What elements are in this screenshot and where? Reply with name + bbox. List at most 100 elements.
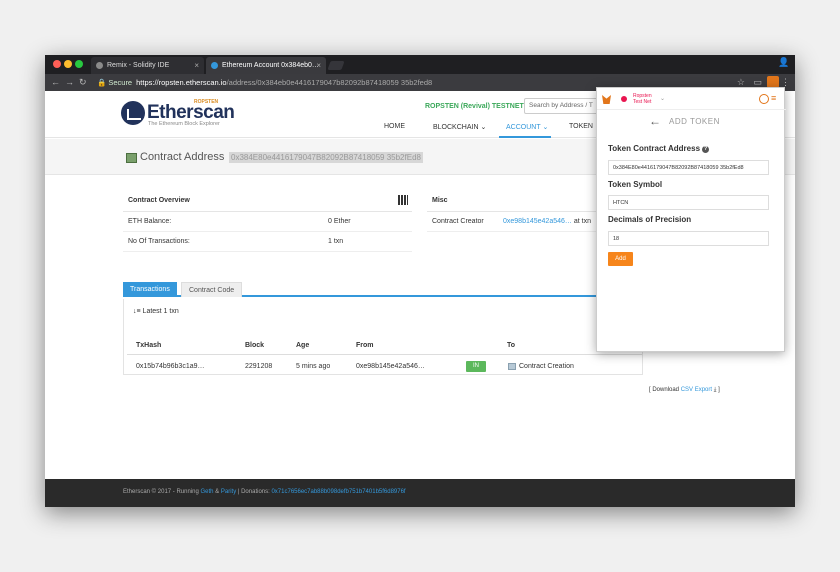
- latest-txn-label: ↓≡ Latest 1 txn: [133, 308, 179, 315]
- site-footer: Etherscan © 2017 - Running Geth & Parity…: [45, 479, 795, 507]
- tab-contract-code[interactable]: Contract Code: [181, 282, 243, 297]
- tab-transactions[interactable]: Transactions: [123, 282, 177, 297]
- table-divider: [127, 354, 642, 355]
- profile-icon[interactable]: 👤: [778, 57, 789, 70]
- metamask-top-bar: Ropsten Test Net ⌄ ≡: [597, 88, 786, 110]
- tab-remix-title: Remix - Solidity IDE: [107, 62, 170, 69]
- metamask-fox-icon: [602, 95, 611, 104]
- back-arrow-icon[interactable]: ←: [649, 114, 661, 128]
- tab-etherscan[interactable]: Ethereum Account 0x384eb0… ×: [206, 57, 326, 74]
- network-status-dot: [621, 96, 627, 102]
- creator-value-wrap: 0xe98b145e42a546… at txn: [503, 218, 591, 225]
- balance-value: 0 Ether: [328, 218, 351, 225]
- th-txhash: TxHash: [136, 342, 162, 349]
- footer-amp: &: [215, 489, 220, 495]
- tx-age: 5 mins ago: [296, 363, 331, 370]
- new-tab-button[interactable]: [327, 61, 345, 70]
- reload-icon[interactable]: ↻: [79, 76, 87, 89]
- contract-address-label: Token Contract Address?: [608, 144, 710, 153]
- transactions-panel: ↓≡ Latest 1 txn TxHash Block Age From To…: [123, 299, 643, 375]
- etherscan-logo-icon[interactable]: [121, 101, 145, 125]
- forward-icon[interactable]: →: [65, 76, 74, 89]
- csv-export: [ Download CSV Export ⤓ ]: [649, 387, 720, 394]
- nav-blockchain-label: BLOCKCHAIN: [433, 124, 479, 131]
- contract-address[interactable]: 0x384E80e4416179047B82092B87418059 35b2f…: [229, 152, 423, 163]
- balance-key: ETH Balance:: [128, 218, 172, 225]
- txcount-value: 1 txn: [328, 238, 344, 245]
- logo-subtitle: The Ethereum Block Explorer: [148, 121, 220, 127]
- nav-active-underline: [499, 136, 551, 138]
- overview-header: Contract Overview: [123, 190, 412, 212]
- footer-parity-link[interactable]: Parity: [221, 489, 236, 495]
- contract-icon: [126, 153, 137, 163]
- etherscan-favicon-icon: [211, 62, 218, 69]
- tab-etherscan-title: Ethereum Account 0x384eb0…: [222, 62, 319, 69]
- chevron-down-icon[interactable]: ⌄: [660, 95, 665, 102]
- minimize-window-button[interactable]: [64, 60, 72, 68]
- contract-creation-icon: [508, 363, 516, 370]
- footer-geth-link[interactable]: Geth: [200, 489, 213, 495]
- help-icon[interactable]: ?: [702, 146, 710, 153]
- txcount-key: No Of Transactions:: [128, 238, 190, 245]
- tx-hash-link[interactable]: 0x15b74b96b3c1a9…: [136, 363, 205, 370]
- chevron-down-icon: ⌄: [480, 124, 487, 131]
- th-age: Age: [296, 342, 310, 349]
- download-icon: ⤓: [713, 387, 717, 393]
- footer-donations-link[interactable]: 0x71c7656ec7ab88b098defb751b7401b5f6d897…: [271, 489, 405, 495]
- add-token-title: ADD TOKEN: [669, 117, 720, 126]
- tx-block-link[interactable]: 2291208: [245, 363, 272, 370]
- token-symbol-input[interactable]: HTCN: [608, 195, 769, 210]
- nav-home[interactable]: HOME: [384, 123, 405, 130]
- qr-code-icon[interactable]: [398, 195, 408, 205]
- tx-direction-badge: IN: [466, 361, 486, 372]
- misc-heading: Misc: [432, 197, 448, 204]
- url-host: https://ropsten.etherscan.io: [136, 78, 227, 87]
- search-input[interactable]: Search by Address / T: [524, 98, 598, 114]
- sort-icon: ↓≡: [133, 308, 141, 315]
- close-tab-icon[interactable]: ×: [194, 57, 199, 74]
- network-selector[interactable]: Ropsten Test Net: [633, 93, 652, 105]
- footer-donations-label: | Donations:: [237, 489, 270, 495]
- metamask-popup: Ropsten Test Net ⌄ ≡ ← ADD TOKEN Token Co…: [596, 87, 786, 352]
- network-line2: Test Net: [633, 98, 652, 105]
- misc-header: Misc: [427, 190, 597, 212]
- page-title: Contract Address: [140, 151, 225, 163]
- decimals-input[interactable]: 18: [608, 231, 769, 246]
- account-identicon-icon[interactable]: [759, 94, 769, 104]
- csv-suffix: ]: [718, 387, 720, 393]
- network-label: ROPSTEN (Revival) TESTNET: [425, 103, 524, 110]
- tx-from-link[interactable]: 0xe98b145e42a546…: [356, 363, 425, 370]
- nav-account[interactable]: ACCOUNT ⌄: [506, 123, 548, 131]
- close-window-button[interactable]: [53, 60, 61, 68]
- nav-blockchain[interactable]: BLOCKCHAIN ⌄: [433, 123, 486, 131]
- nav-account-label: ACCOUNT: [506, 124, 541, 131]
- close-tab-icon[interactable]: ×: [316, 57, 321, 74]
- decimals-label: Decimals of Precision: [608, 215, 692, 224]
- hamburger-menu-icon[interactable]: ≡: [771, 93, 776, 103]
- creator-address-link[interactable]: 0xe98b145e42a546…: [503, 218, 572, 225]
- remix-favicon-icon: [96, 62, 103, 69]
- overview-row-balance: ETH Balance: 0 Ether: [123, 212, 412, 232]
- back-icon[interactable]: ←: [51, 76, 60, 89]
- add-token-button[interactable]: Add: [608, 252, 633, 266]
- creator-key: Contract Creator: [432, 218, 484, 225]
- misc-panel: Misc Contract Creator 0xe98b145e42a546… …: [427, 190, 597, 274]
- maximize-window-button[interactable]: [75, 60, 83, 68]
- latest-txn-text: Latest 1 txn: [142, 308, 179, 315]
- tx-tabs: Transactions Contract Code: [123, 282, 643, 297]
- csv-export-link[interactable]: CSV Export: [681, 387, 712, 393]
- footer-text: Etherscan © 2017 - Running Geth & Parity…: [123, 489, 406, 495]
- token-contract-address-input[interactable]: 0x384E80e4416179047B82092B87418059 35b2f…: [608, 160, 769, 175]
- overview-heading: Contract Overview: [128, 197, 190, 204]
- contract-address-label-text: Token Contract Address: [608, 144, 701, 153]
- secure-label: Secure: [108, 78, 133, 87]
- footer-copyright: Etherscan © 2017 - Running: [123, 489, 199, 495]
- th-to: To: [507, 342, 516, 349]
- url-path: /address/0x384eb0e4416179047b82092b87418…: [226, 78, 433, 87]
- csv-prefix: [ Download: [649, 387, 680, 393]
- th-from: From: [356, 342, 374, 349]
- th-block: Block: [245, 342, 265, 349]
- nav-token[interactable]: TOKEN: [569, 123, 593, 130]
- misc-row-creator: Contract Creator 0xe98b145e42a546… at tx…: [427, 212, 597, 232]
- tab-remix[interactable]: Remix - Solidity IDE ×: [91, 57, 204, 74]
